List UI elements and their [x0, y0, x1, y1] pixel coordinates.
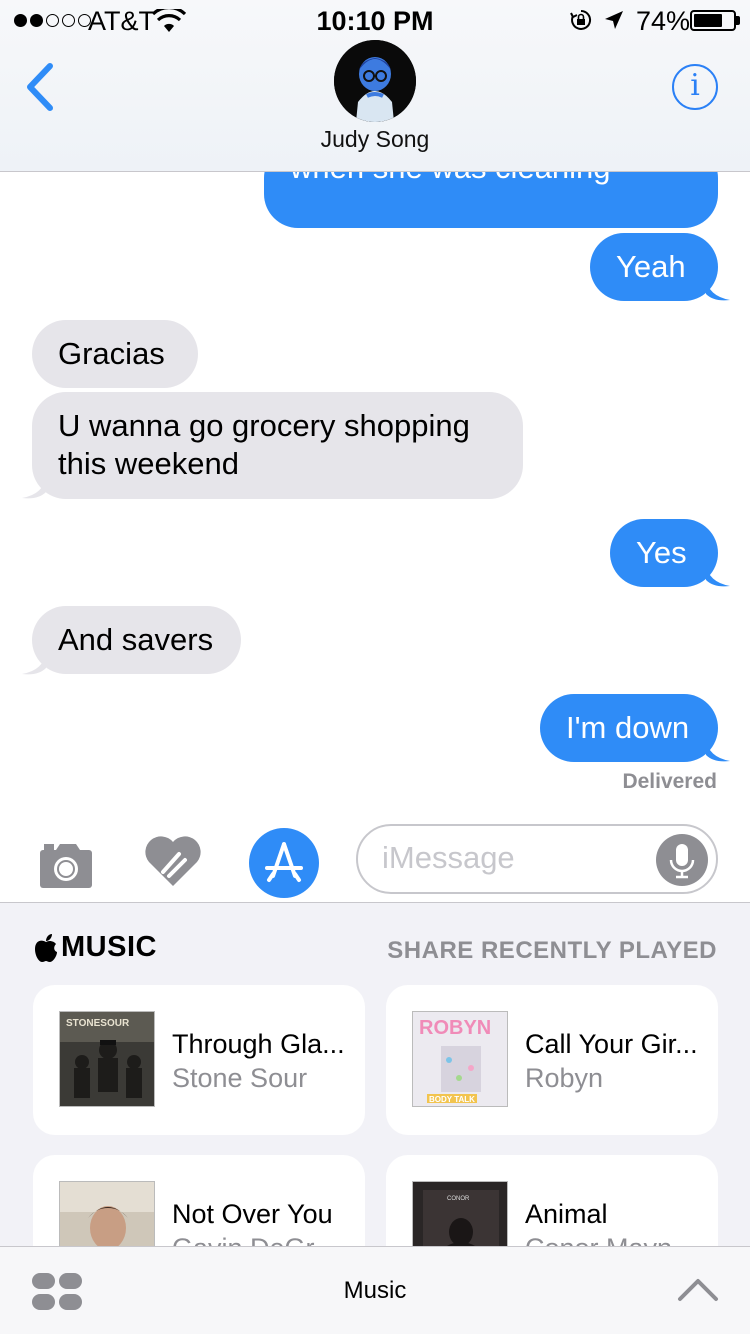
location-arrow-icon — [605, 11, 623, 29]
microphone-button[interactable] — [656, 834, 708, 886]
message-bubble-outgoing[interactable]: Yeah — [590, 233, 718, 301]
imessage-placeholder: iMessage — [382, 840, 515, 875]
message-text: Gracias — [58, 336, 165, 371]
apple-music-brand: MUSIC — [33, 931, 157, 964]
current-app-title: Music — [343, 1277, 407, 1304]
message-bubble-incoming[interactable]: U wanna go grocery shopping this weekend — [32, 392, 523, 499]
camera-icon[interactable] — [36, 836, 96, 892]
song-card[interactable]: Not Over You Gavin DeGr... — [33, 1155, 365, 1246]
album-art-gavin-degraw — [59, 1181, 155, 1246]
sadness-avatar-icon — [334, 40, 416, 122]
message-bubble-incoming[interactable]: Gracias — [32, 320, 198, 388]
contact-avatar[interactable] — [334, 40, 416, 122]
app-store-button[interactable] — [249, 828, 319, 898]
back-button[interactable] — [20, 62, 60, 112]
share-recently-played-label: SHARE RECENTLY PLAYED — [387, 937, 717, 964]
message-text: I'm down — [566, 710, 690, 745]
song-title: Through Gla... — [172, 1029, 345, 1059]
music-app-drawer: MUSIC SHARE RECENTLY PLAYED STONESOUR Th… — [0, 902, 750, 1246]
song-title: Not Over You — [172, 1199, 333, 1229]
apple-logo-icon — [35, 933, 57, 962]
bubble-tail — [706, 739, 730, 762]
battery-percentage: 74% — [636, 6, 691, 36]
info-button[interactable]: i — [672, 64, 718, 110]
message-text: when she was cleaning — [290, 172, 611, 187]
contact-name[interactable]: Judy Song — [0, 126, 750, 153]
svg-text:CONOR: CONOR — [447, 1196, 470, 1202]
bubble-tail — [22, 652, 46, 675]
navigation-header: AT&T 10:10 PM 74% Judy Song i — [0, 0, 750, 172]
song-card[interactable]: ROBYN BODY TALK Call Your Gir... Robyn — [386, 985, 718, 1135]
song-title: Animal — [525, 1199, 608, 1229]
message-text: And savers — [58, 622, 214, 657]
song-card[interactable]: STONESOUR Through Gla... Stone Sour — [33, 985, 365, 1135]
svg-text:BODY TALK: BODY TALK — [429, 1095, 475, 1104]
app-store-icon — [265, 842, 303, 882]
message-text: Yeah — [616, 249, 686, 284]
delivery-status: Delivered — [622, 770, 717, 793]
bubble-tail — [22, 476, 46, 499]
message-bubble-outgoing[interactable]: Yes — [610, 519, 718, 587]
battery-icon — [690, 10, 736, 31]
compose-bar: iMessage — [0, 812, 750, 902]
message-bubble-outgoing[interactable]: when she was cleaning — [264, 172, 718, 228]
song-card[interactable]: CONOR ANIMAL Animal Conor Mayn... — [386, 1155, 718, 1246]
song-artist: Gavin DeGr... — [172, 1233, 336, 1246]
status-bar: AT&T 10:10 PM 74% — [0, 0, 750, 40]
message-bubble-incoming[interactable]: And savers — [32, 606, 241, 674]
song-artist: Conor Mayn... — [525, 1233, 695, 1246]
album-art-robyn: ROBYN BODY TALK — [412, 1011, 508, 1107]
message-text: U wanna go grocery shopping this weekend — [58, 408, 470, 481]
music-label: MUSIC — [61, 931, 157, 963]
bubble-tail — [706, 564, 730, 587]
svg-text:STONESOUR: STONESOUR — [66, 1018, 130, 1029]
imessage-input[interactable]: iMessage — [356, 824, 718, 894]
rotation-lock-icon — [570, 9, 592, 30]
song-title: Call Your Gir... — [525, 1029, 698, 1059]
svg-text:ROBYN: ROBYN — [419, 1017, 491, 1039]
app-drawer-bar: Music — [0, 1246, 750, 1334]
digital-touch-heart-icon[interactable] — [143, 832, 203, 890]
message-text: Yes — [636, 535, 687, 570]
microphone-icon — [669, 844, 695, 879]
song-artist: Stone Sour — [172, 1063, 308, 1093]
message-thread[interactable]: when she was cleaning Yeah Gracias U wan… — [0, 172, 750, 812]
song-artist: Robyn — [525, 1063, 604, 1093]
message-bubble-outgoing[interactable]: I'm down — [540, 694, 718, 762]
chevron-up-icon[interactable] — [676, 1277, 720, 1303]
bubble-tail — [706, 278, 730, 301]
album-art-conor-maynard: CONOR ANIMAL — [412, 1181, 508, 1246]
album-art-stone-sour: STONESOUR — [59, 1011, 155, 1107]
